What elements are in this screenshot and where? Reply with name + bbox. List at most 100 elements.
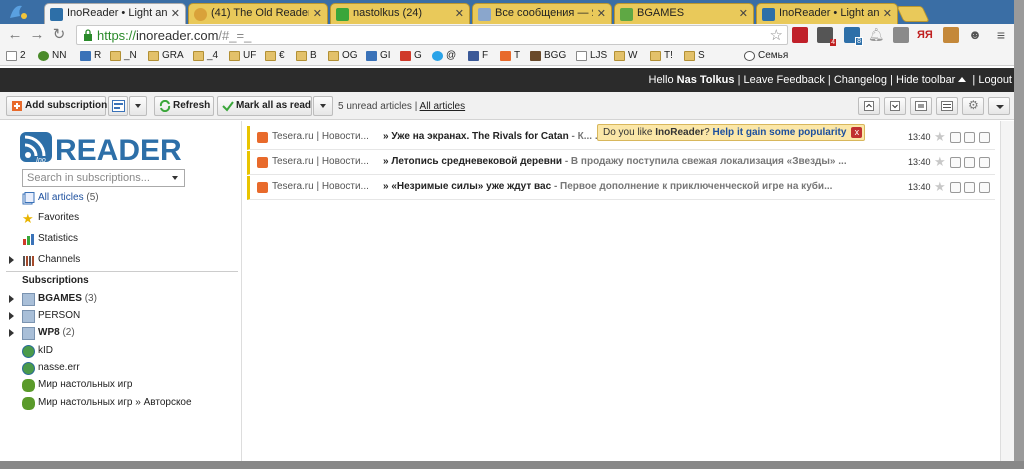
all-articles-link[interactable]: All articles xyxy=(420,101,466,112)
subscription-folder[interactable]: PERSON xyxy=(22,309,80,325)
layout-toggle-button[interactable] xyxy=(910,97,932,115)
subscription-folder[interactable]: BGAMES (3) xyxy=(22,292,97,308)
tab-close-icon[interactable]: ✕ xyxy=(313,7,322,20)
sidebar-item-statistics[interactable]: Statistics xyxy=(22,232,78,248)
bookmark-star-icon[interactable]: ☆ xyxy=(770,26,783,44)
alien-extension-icon[interactable]: ☻ xyxy=(967,27,983,43)
forward-arrow-icon[interactable]: → xyxy=(28,26,46,44)
expand-arrow-icon[interactable] xyxy=(9,295,14,303)
external-link-icon[interactable] xyxy=(964,182,975,193)
star-icon[interactable]: ★ xyxy=(934,154,946,170)
grey-square-extension-icon[interactable] xyxy=(893,27,909,43)
username[interactable]: Nas Tolkus xyxy=(677,74,735,86)
article-source[interactable]: Tesera.ru | Новости... xyxy=(272,181,376,192)
chevron-down-icon[interactable] xyxy=(979,157,990,168)
chevron-down-icon[interactable] xyxy=(979,132,990,143)
tab-yandex-mail[interactable]: Все сообщения — Яндекс ✕ xyxy=(472,3,612,24)
external-link-icon[interactable] xyxy=(964,157,975,168)
inoreader-extension-icon[interactable]: 8 xyxy=(844,27,863,46)
new-tab-button[interactable] xyxy=(896,6,930,22)
tab-inoreader-2[interactable]: InoReader • Light and Fast ✕ xyxy=(756,3,898,24)
next-article-button[interactable] xyxy=(884,97,906,115)
chevron-down-icon[interactable] xyxy=(979,182,990,193)
bookmark-item[interactable]: NN xyxy=(38,49,66,63)
view-mode-dropdown[interactable] xyxy=(129,96,147,116)
subscription-feed[interactable]: kID xyxy=(22,344,53,360)
bookmark-item[interactable]: _4 xyxy=(193,49,218,63)
settings-button[interactable]: ⚙ xyxy=(962,97,984,115)
bookmark-item[interactable]: @ xyxy=(432,49,456,63)
view-mode-button[interactable] xyxy=(108,96,128,116)
tab-close-icon[interactable]: ✕ xyxy=(739,7,748,20)
bookmark-item[interactable]: OG xyxy=(328,49,358,63)
lastpass-extension-icon[interactable] xyxy=(792,27,808,43)
reload-icon[interactable]: ↻ xyxy=(50,26,68,44)
bookmark-item[interactable]: BGG xyxy=(530,49,566,63)
bookmark-item[interactable]: G xyxy=(400,49,422,63)
inoreader-logo[interactable]: Ino READER xyxy=(20,129,190,165)
article-source[interactable]: Tesera.ru | Новости... xyxy=(272,156,376,167)
address-bar[interactable]: https://inoreader.com/#_=_ ☆ xyxy=(76,25,788,45)
chevron-down-icon[interactable] xyxy=(172,176,178,180)
sidebar-item-all-articles[interactable]: All articles (5) xyxy=(22,191,99,207)
tab-close-icon[interactable]: ✕ xyxy=(597,7,606,20)
article-row[interactable]: Tesera.ru | Новости... » «Незримые силы»… xyxy=(247,176,995,200)
game-extension-icon[interactable] xyxy=(943,27,959,43)
bookmark-item[interactable]: Семья xyxy=(744,49,788,63)
previous-article-button[interactable] xyxy=(858,97,880,115)
menu-hamburger-icon[interactable]: ≡ xyxy=(993,27,1009,43)
more-options-dropdown[interactable] xyxy=(988,97,1010,115)
vertical-scrollbar[interactable] xyxy=(1000,121,1014,461)
bookmark-item[interactable]: LJS xyxy=(576,49,607,63)
bookmark-item[interactable]: R xyxy=(80,49,101,63)
mark-all-read-dropdown[interactable] xyxy=(313,96,333,116)
article-title-line[interactable]: » «Незримые силы» уже ждут вас - Первое … xyxy=(383,181,903,192)
close-icon[interactable]: x xyxy=(851,127,863,138)
bookmark-item[interactable]: € xyxy=(265,49,285,63)
add-subscription-button[interactable]: Add subscription xyxy=(6,96,107,116)
expand-arrow-icon[interactable] xyxy=(9,256,14,264)
article-source[interactable]: Tesera.ru | Новости... xyxy=(272,131,376,142)
mark-read-checkbox[interactable] xyxy=(950,182,961,193)
tab-close-icon[interactable]: ✕ xyxy=(883,7,892,20)
bookmark-item[interactable]: F xyxy=(468,49,488,63)
subscription-folder[interactable]: WP8 (2) xyxy=(22,326,75,342)
logout-link[interactable]: Logout xyxy=(978,74,1012,86)
tab-bgames[interactable]: BGAMES ✕ xyxy=(614,3,754,24)
bookmark-item[interactable]: B xyxy=(296,49,317,63)
bookmark-item[interactable]: S xyxy=(684,49,705,63)
bookmark-item[interactable]: 2 xyxy=(6,49,26,63)
leave-feedback-link[interactable]: Leave Feedback xyxy=(744,74,825,86)
star-icon[interactable]: ★ xyxy=(934,179,946,195)
refresh-button[interactable]: Refresh xyxy=(154,96,214,116)
search-subscriptions-input[interactable]: Search in subscriptions... xyxy=(22,169,185,187)
star-icon[interactable]: ★ xyxy=(934,129,946,145)
subscription-feed[interactable]: Мир настольных игр xyxy=(22,378,132,394)
caret-up-icon[interactable] xyxy=(958,77,967,82)
tab-nastolkus[interactable]: nastolkus (24) ✕ xyxy=(330,3,470,24)
bookmark-item[interactable]: T xyxy=(500,49,520,63)
mark-all-read-button[interactable]: Mark all as read xyxy=(217,96,312,116)
expand-arrow-icon[interactable] xyxy=(9,329,14,337)
bell-icon[interactable]: 🔔︎ xyxy=(868,27,885,43)
bookmark-item[interactable]: W xyxy=(614,49,637,63)
hide-toolbar-link[interactable]: Hide toolbar xyxy=(896,74,955,86)
changelog-link[interactable]: Changelog xyxy=(834,74,887,86)
mark-read-checkbox[interactable] xyxy=(950,157,961,168)
tab-inoreader-1[interactable]: InoReader • Light and Fast ✕ xyxy=(44,3,186,25)
subscription-feed[interactable]: nasse.err xyxy=(22,361,80,377)
bookmark-item[interactable]: GRA xyxy=(148,49,184,63)
bookmark-item[interactable]: GI xyxy=(366,49,391,63)
sidebar-item-channels[interactable]: Channels xyxy=(22,253,80,269)
article-row[interactable]: Tesera.ru | Новости... » Летопись средне… xyxy=(247,151,995,175)
bookmark-item[interactable]: _N xyxy=(110,49,137,63)
tab-close-icon[interactable]: ✕ xyxy=(171,7,180,20)
mark-read-checkbox[interactable] xyxy=(950,132,961,143)
tab-close-icon[interactable]: ✕ xyxy=(455,7,464,20)
list-view-button[interactable] xyxy=(936,97,958,115)
expand-arrow-icon[interactable] xyxy=(9,312,14,320)
yandex-extension-icon[interactable]: ЯЯ xyxy=(917,27,933,43)
bookmark-item[interactable]: T! xyxy=(650,49,673,63)
back-arrow-icon[interactable]: ← xyxy=(6,26,24,44)
sidebar-item-favorites[interactable]: ★ Favorites xyxy=(22,211,79,227)
